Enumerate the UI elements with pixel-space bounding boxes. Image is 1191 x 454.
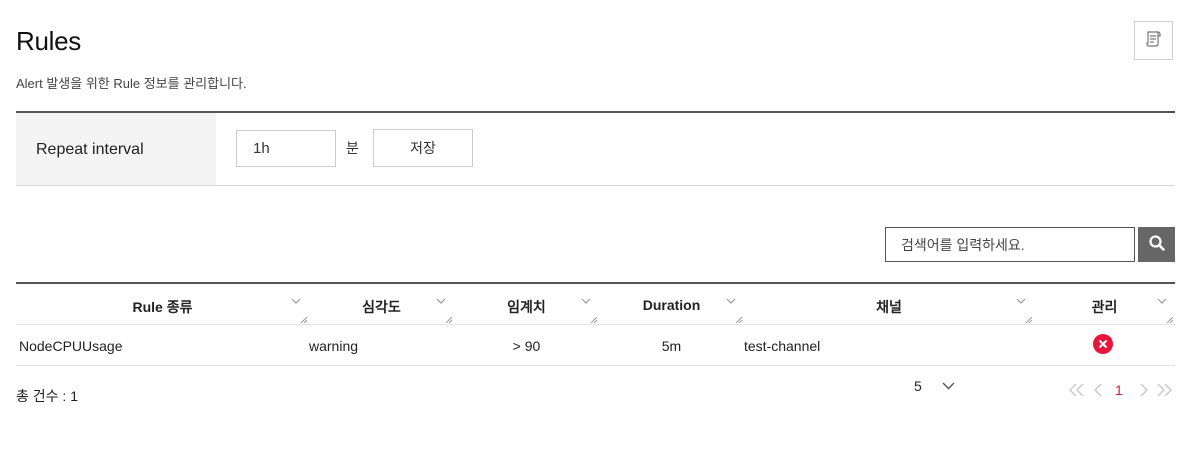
first-page-icon[interactable] — [1069, 383, 1085, 397]
repeat-interval-panel: Repeat interval 분 저장 — [16, 111, 1175, 186]
chevron-down-icon[interactable] — [436, 298, 446, 305]
cell-duration: 5m — [661, 338, 682, 354]
unit-label: 분 — [346, 140, 359, 156]
chevron-down-icon[interactable] — [581, 298, 591, 305]
search-input[interactable] — [885, 227, 1135, 262]
resize-handle-icon[interactable] — [1026, 317, 1032, 323]
chevron-down-icon[interactable] — [291, 298, 301, 305]
search-button[interactable] — [1138, 227, 1175, 262]
last-page-icon[interactable] — [1156, 383, 1172, 397]
repeat-interval-label: Repeat interval — [36, 141, 144, 158]
column-header-duration[interactable]: Duration — [599, 284, 744, 325]
resize-handle-icon[interactable] — [736, 317, 742, 323]
cell-channel: test-channel — [744, 338, 821, 354]
column-label: 임계치 — [507, 299, 546, 315]
column-label: Duration — [642, 297, 701, 313]
search-icon — [1148, 234, 1166, 255]
total-count: 총 건수 : 1 — [16, 388, 78, 404]
page-description: Alert 발생을 위한 Rule 정보를 관리합니다. — [16, 76, 247, 91]
column-header-rule-type[interactable]: Rule 종류 — [16, 284, 309, 325]
column-label: 심각도 — [362, 299, 401, 315]
table-header: Rule 종류 심각도 임계치 Duration 채널 관리 — [16, 284, 1175, 325]
column-header-threshold[interactable]: 임계치 — [454, 284, 599, 325]
document-icon — [1144, 29, 1164, 52]
resize-handle-icon[interactable] — [446, 317, 452, 323]
chevron-down-icon[interactable] — [1157, 298, 1167, 305]
rules-table: Rule 종류 심각도 임계치 Duration 채널 관리 NodeCPUUs… — [16, 282, 1175, 366]
chevron-down-icon[interactable] — [726, 298, 736, 305]
cell-threshold: > 90 — [512, 338, 541, 354]
page-size-select[interactable]: 5 — [914, 378, 964, 398]
chevron-down-icon[interactable] — [1016, 298, 1026, 305]
column-label: 채널 — [876, 299, 902, 315]
repeat-interval-label-cell: Repeat interval — [16, 113, 216, 185]
column-header-channel[interactable]: 채널 — [744, 284, 1034, 325]
column-label: Rule 종류 — [132, 299, 193, 315]
cell-severity: warning — [309, 338, 359, 354]
page-title: Rules — [16, 26, 81, 56]
column-header-manage[interactable]: 관리 — [1034, 284, 1175, 325]
delete-icon[interactable] — [1093, 334, 1113, 354]
save-button[interactable]: 저장 — [373, 129, 473, 167]
column-header-severity[interactable]: 심각도 — [309, 284, 454, 325]
repeat-interval-input[interactable] — [236, 130, 336, 167]
previous-page-icon[interactable] — [1094, 383, 1103, 397]
resize-handle-icon[interactable] — [591, 317, 597, 323]
resize-handle-icon[interactable] — [1167, 317, 1173, 323]
page-size-value: 5 — [914, 378, 922, 394]
resize-handle-icon[interactable] — [301, 317, 307, 323]
page-number[interactable]: 1 — [1115, 382, 1123, 398]
table-row[interactable]: NodeCPUUsage warning > 90 5m test-channe… — [16, 325, 1175, 366]
chevron-down-icon — [942, 382, 955, 390]
cell-rule-type: NodeCPUUsage — [19, 338, 123, 354]
column-label: 관리 — [1091, 299, 1118, 315]
next-page-icon[interactable] — [1139, 383, 1148, 397]
document-button[interactable] — [1134, 21, 1173, 60]
